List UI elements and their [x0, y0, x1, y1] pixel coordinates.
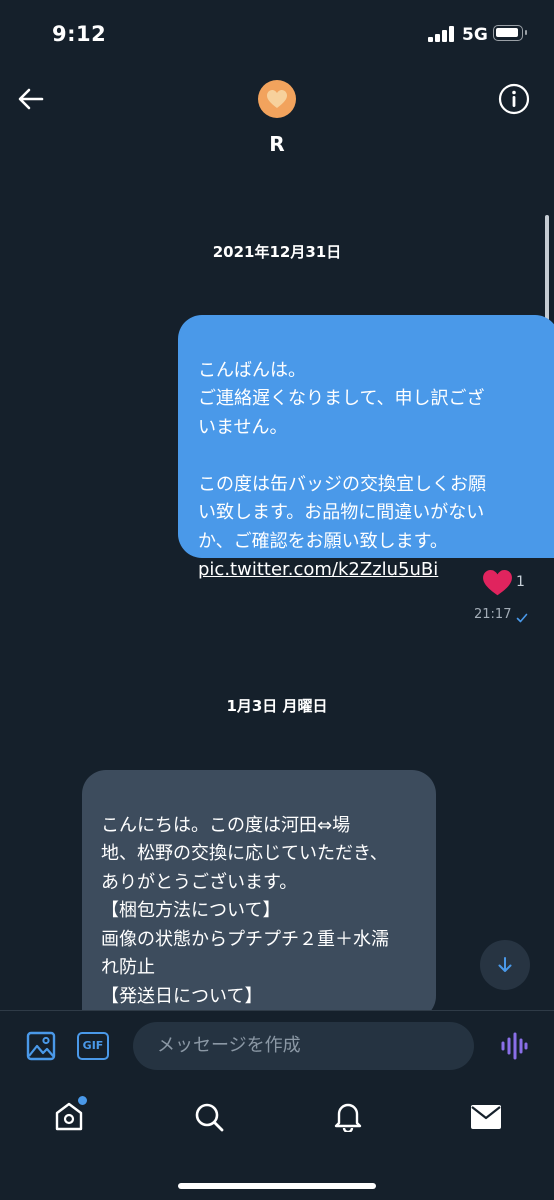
image-icon[interactable] — [26, 1031, 56, 1065]
date-separator: 1月3日 月曜日 — [226, 697, 328, 715]
tab-notifications[interactable] — [333, 1100, 363, 1136]
status-time: 9:12 — [52, 22, 107, 46]
sent-check-icon — [516, 609, 528, 628]
mail-icon — [471, 1105, 501, 1129]
message-text: こんばんは。 ご連絡遅くなりまして、申し訳ござ いません。 この度は缶バッジの交… — [198, 359, 486, 552]
scroll-to-bottom-button[interactable] — [480, 940, 530, 990]
message-text: こんにちは。この度は河田⇔場 地、松野の交換に応じていただき、 ありがとうござい… — [101, 814, 389, 1021]
message-input[interactable]: メッセージを作成 — [133, 1022, 474, 1070]
message-time: 21:17 — [474, 607, 512, 622]
signal-icon — [428, 26, 456, 42]
bell-icon — [334, 1103, 362, 1134]
avatar[interactable] — [258, 80, 296, 118]
home-indicator[interactable] — [178, 1183, 376, 1189]
network-type: 5G — [462, 25, 488, 45]
info-icon[interactable] — [497, 82, 531, 116]
tab-messages[interactable] — [470, 1104, 502, 1134]
heart-icon — [267, 90, 287, 108]
notification-dot — [76, 1094, 89, 1107]
voice-message-icon[interactable] — [500, 1031, 528, 1065]
gif-button[interactable]: GIF — [77, 1032, 109, 1060]
incoming-message-bubble[interactable]: こんにちは。この度は河田⇔場 地、松野の交換に応じていただき、 ありがとうござい… — [82, 770, 436, 1020]
date-separator: 2021年12月31日 — [212, 243, 342, 261]
heart-reaction-icon[interactable] — [483, 570, 512, 600]
back-arrow-icon[interactable] — [14, 82, 48, 116]
reaction-count: 1 — [516, 574, 525, 590]
outgoing-message-bubble[interactable]: こんばんは。 ご連絡遅くなりまして、申し訳ござ いません。 この度は缶バッジの交… — [178, 315, 554, 580]
contact-name[interactable]: R — [0, 132, 554, 156]
search-icon — [195, 1103, 224, 1132]
arrow-down-icon — [498, 957, 512, 972]
battery-icon — [493, 25, 527, 41]
tab-search[interactable] — [193, 1101, 225, 1137]
